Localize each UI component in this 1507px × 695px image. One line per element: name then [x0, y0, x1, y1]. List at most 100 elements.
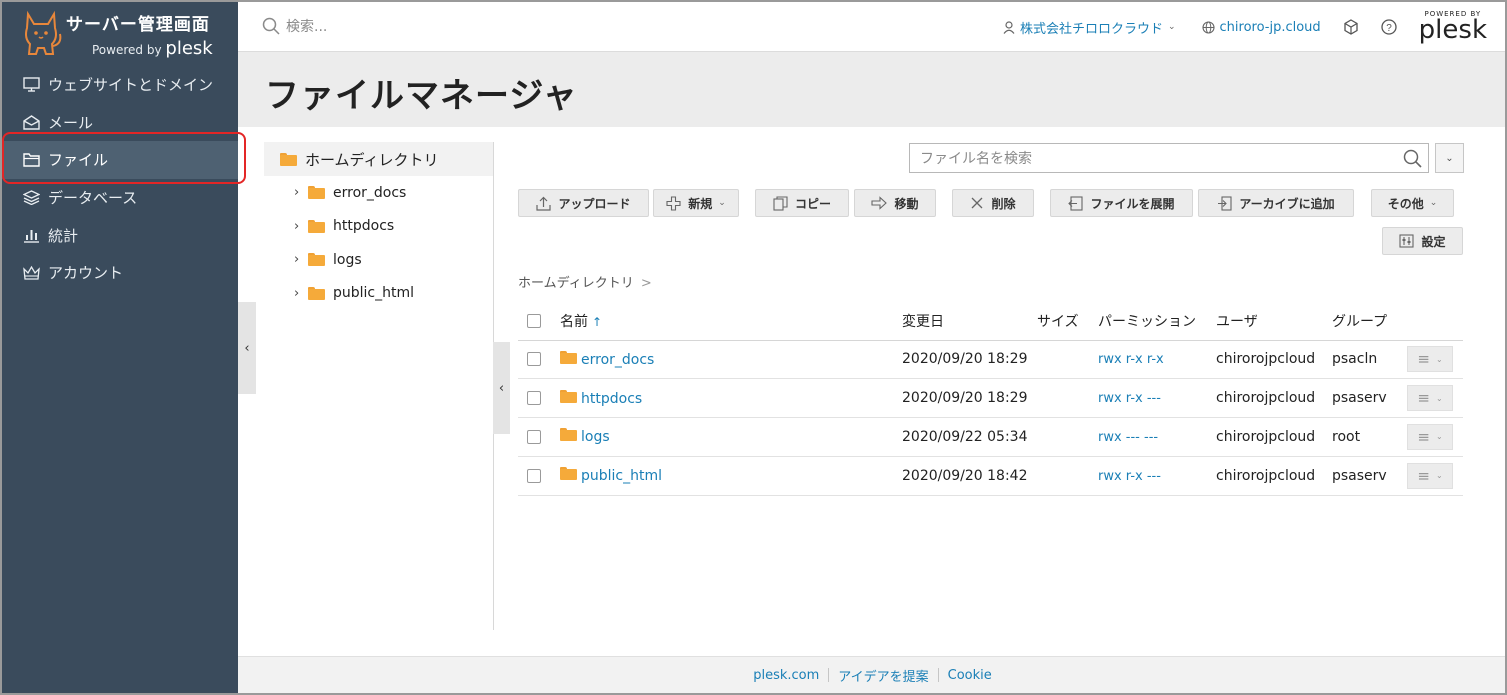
header-modified[interactable]: 変更日: [902, 302, 1037, 341]
row-select-cell: [518, 417, 560, 457]
header-user[interactable]: ユーザ: [1216, 302, 1332, 341]
tree-item-label: httpdocs: [333, 218, 395, 235]
global-search[interactable]: 検索...: [262, 16, 327, 36]
tree-root-item[interactable]: ホームディレクトリ: [264, 142, 494, 176]
topbar: 検索... 株式会社チロロクラウド ⌄ chiroro-jp.cloud ? P…: [238, 2, 1505, 52]
sidebar-item-statistics[interactable]: 統計: [2, 216, 238, 254]
folder-icon: [308, 186, 325, 200]
file-search-placeholder: ファイル名を検索: [920, 151, 1032, 167]
global-search-placeholder: 検索...: [286, 19, 328, 35]
sidebar-item-websites[interactable]: ウェブサイトとドメイン: [2, 66, 238, 104]
plesk-logo-text: plesk: [1418, 15, 1487, 45]
header-group[interactable]: グループ: [1332, 302, 1407, 341]
header-size[interactable]: サイズ: [1037, 302, 1098, 341]
row-checkbox[interactable]: [527, 429, 541, 444]
permission-cell: rwx r-x ---: [1098, 456, 1216, 496]
actions-cell: ≡ ⌄: [1407, 456, 1463, 496]
copy-button[interactable]: コピー: [755, 189, 849, 217]
sidebar-collapse-button[interactable]: ‹: [238, 302, 256, 394]
help-icon[interactable]: ?: [1381, 19, 1397, 35]
search-icon[interactable]: [1403, 149, 1422, 168]
permission-link[interactable]: rwx --- ---: [1098, 430, 1158, 445]
mail-icon: [20, 113, 42, 131]
extract-label: ファイルを展開: [1090, 196, 1175, 211]
header-permission[interactable]: パーミッション: [1098, 302, 1216, 341]
breadcrumb-home[interactable]: ホームディレクトリ: [518, 276, 634, 291]
permission-link[interactable]: rwx r-x r-x: [1098, 352, 1164, 367]
permission-link[interactable]: rwx r-x ---: [1098, 469, 1161, 484]
row-menu-button[interactable]: ≡ ⌄: [1407, 346, 1453, 373]
sidebar-item-files[interactable]: ファイル: [2, 141, 238, 179]
header-name[interactable]: 名前 ↑: [560, 302, 902, 341]
tree-item[interactable]: › error_docs: [264, 176, 494, 210]
extract-button[interactable]: ファイルを展開: [1050, 189, 1193, 217]
row-checkbox[interactable]: [527, 468, 541, 483]
table-row: logs 2020/09/22 05:34 rwx --- --- chiror…: [518, 417, 1463, 457]
account-menu[interactable]: 株式会社チロロクラウド ⌄: [1003, 18, 1176, 37]
group-cell: psaserv: [1332, 456, 1407, 496]
archive-icon: [1218, 195, 1232, 211]
row-checkbox[interactable]: [527, 391, 541, 406]
brand: サーバー管理画面 Powered by plesk: [2, 2, 238, 64]
row-menu-button[interactable]: ≡ ⌄: [1407, 462, 1453, 489]
file-name-link[interactable]: error_docs: [581, 352, 654, 368]
upload-button[interactable]: アップロード: [518, 189, 649, 217]
file-name-link[interactable]: logs: [581, 429, 610, 445]
file-table: 名前 ↑ 変更日 サイズ パーミッション ユーザ グループ error_docs …: [518, 302, 1463, 496]
arrow-right-icon: [871, 196, 888, 210]
row-menu-button[interactable]: ≡ ⌄: [1407, 385, 1453, 412]
hamburger-icon: ≡: [1417, 427, 1430, 446]
row-menu-button[interactable]: ≡ ⌄: [1407, 423, 1453, 450]
move-button[interactable]: 移動: [854, 189, 936, 217]
tree-item-label: public_html: [333, 285, 415, 302]
settings-button[interactable]: 設定: [1382, 227, 1463, 255]
extensions-icon[interactable]: [1343, 19, 1359, 35]
header-name-label: 名前: [560, 313, 588, 330]
size-cell: [1037, 417, 1098, 457]
chevron-down-icon: ⌄: [718, 198, 726, 208]
new-button[interactable]: 新規 ⌄: [653, 189, 739, 217]
chevron-right-icon[interactable]: ›: [294, 286, 308, 301]
tree-collapse-button[interactable]: ‹: [493, 342, 510, 434]
hamburger-icon: ≡: [1417, 389, 1430, 408]
tree-item[interactable]: › public_html: [264, 277, 494, 311]
permission-link[interactable]: rwx r-x ---: [1098, 391, 1161, 406]
sidebar-item-label: メール: [48, 113, 94, 132]
name-cell: httpdocs: [560, 378, 902, 419]
chevron-right-icon[interactable]: ›: [294, 219, 308, 234]
directory-tree: ホームディレクトリ › error_docs › httpdocs › logs…: [264, 142, 494, 310]
delete-button[interactable]: 削除: [952, 189, 1034, 217]
user-cell: chirorojpcloud: [1216, 378, 1332, 419]
breadcrumb: ホームディレクトリ >: [518, 272, 652, 291]
chevron-right-icon[interactable]: ›: [294, 185, 308, 200]
select-all-checkbox[interactable]: [527, 313, 541, 328]
tree-item[interactable]: › logs: [264, 243, 494, 277]
domain-link[interactable]: chiroro-jp.cloud: [1201, 20, 1321, 35]
file-name-link[interactable]: httpdocs: [581, 391, 642, 407]
footer-link-cookie[interactable]: Cookie: [948, 668, 992, 683]
file-name-link[interactable]: public_html: [581, 468, 662, 484]
permission-cell: rwx --- ---: [1098, 417, 1216, 457]
sidebar-item-label: 統計: [48, 226, 79, 245]
modified-cell: 2020/09/22 05:34: [902, 417, 1037, 457]
more-button[interactable]: その他 ⌄: [1371, 189, 1454, 217]
footer-link-plesk[interactable]: plesk.com: [753, 668, 819, 683]
add-to-archive-button[interactable]: アーカイブに追加: [1198, 189, 1354, 217]
sidebar-item-mail[interactable]: メール: [2, 104, 238, 142]
settings-label: 設定: [1421, 234, 1446, 249]
footer-link-ideas[interactable]: アイデアを提案: [838, 666, 928, 685]
table-header-row: 名前 ↑ 変更日 サイズ パーミッション ユーザ グループ: [518, 302, 1463, 341]
topbar-right: 株式会社チロロクラウド ⌄ chiroro-jp.cloud ? POWERED…: [977, 2, 1487, 52]
chevron-right-icon[interactable]: ›: [294, 252, 308, 267]
table-row: error_docs 2020/09/20 18:29 rwx r-x r-x …: [518, 340, 1463, 380]
chevron-down-icon: ⌄: [1445, 152, 1454, 164]
search-options-button[interactable]: ⌄: [1435, 143, 1464, 173]
sidebar-item-databases[interactable]: データベース: [2, 179, 238, 217]
sidebar-item-account[interactable]: アカウント: [2, 254, 238, 292]
folder-icon: [308, 286, 325, 300]
select-all-cell: [518, 302, 560, 341]
modified-cell: 2020/09/20 18:29: [902, 378, 1037, 419]
tree-item[interactable]: › httpdocs: [264, 210, 494, 244]
row-checkbox[interactable]: [527, 352, 541, 367]
file-search-input[interactable]: ファイル名を検索: [909, 143, 1429, 173]
